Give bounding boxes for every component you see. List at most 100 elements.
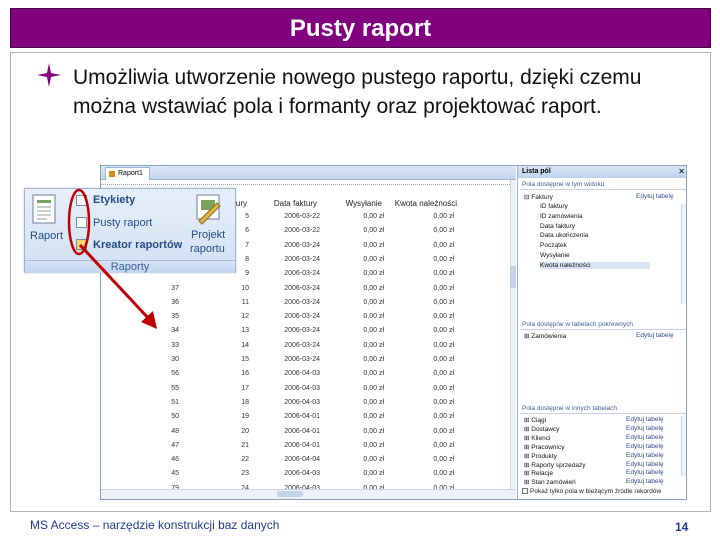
other-table-item[interactable]: ⊞ Ciągi bbox=[524, 416, 546, 424]
report-cell: 2006-04-01 bbox=[284, 441, 320, 449]
report-cell: 36 bbox=[171, 298, 179, 306]
report-cell: 0,00 zł bbox=[363, 456, 384, 464]
edit-table-link[interactable]: Edytuj tabelę bbox=[636, 332, 674, 339]
report-cell: 2006-03-24 bbox=[284, 356, 320, 363]
tree-table-faktury[interactable]: ⊟ Faktury bbox=[524, 193, 553, 201]
report-cell: 11 bbox=[241, 298, 249, 306]
report-cell: 30 bbox=[171, 356, 179, 363]
edit-table-link[interactable]: Edytuj tabelę bbox=[626, 478, 664, 485]
report-icon[interactable] bbox=[31, 193, 61, 229]
report-wizard-button[interactable]: Kreator raportów bbox=[93, 239, 182, 251]
related-table-item[interactable]: ⊞ Zamówienia bbox=[524, 332, 566, 340]
edit-table-link[interactable]: Edytuj tabelę bbox=[626, 425, 664, 432]
column-header-data_faktury: Data faktury bbox=[273, 199, 317, 208]
report-cell: 2006-03-22 bbox=[284, 213, 320, 220]
edit-table-link[interactable]: Edytuj tabelę bbox=[626, 434, 664, 441]
field-item[interactable]: Kwota należności bbox=[540, 261, 650, 269]
edit-table-link[interactable]: Edytuj tabelę bbox=[626, 461, 664, 468]
checkbox-icon[interactable] bbox=[522, 488, 528, 495]
edit-table-link[interactable]: Edytuj tabelę bbox=[626, 452, 664, 459]
blank-report-icon[interactable] bbox=[76, 217, 87, 228]
field-item[interactable]: Data faktury bbox=[540, 223, 575, 230]
report-cell: 0,00 zł bbox=[433, 441, 454, 449]
report-cell: 47 bbox=[171, 441, 179, 449]
report-cell: 2006-04-04 bbox=[284, 456, 320, 464]
show-current-only-label: Pokaż tylko pola w bieżącym źródle rekor… bbox=[530, 488, 662, 495]
report-horizontal-scrollbar[interactable] bbox=[101, 489, 516, 499]
edit-table-link[interactable]: Edytuj tabelę bbox=[626, 416, 664, 423]
report-cell: 51 bbox=[171, 398, 179, 406]
report-cell: 45 bbox=[171, 470, 179, 478]
field-item[interactable]: Początek bbox=[540, 242, 567, 249]
report-vertical-scroll-thumb[interactable] bbox=[510, 266, 516, 288]
edit-table-link[interactable]: Edytuj tabelę bbox=[626, 469, 664, 476]
labels-button[interactable]: Etykiety bbox=[93, 194, 135, 206]
report-cell: 0,00 zł bbox=[363, 270, 384, 278]
report-cell: 22 bbox=[241, 456, 249, 464]
other-table-item[interactable]: ⊞ Relacje bbox=[524, 469, 553, 477]
field-item[interactable]: Data ukończenia bbox=[540, 232, 588, 239]
column-header-c2: ury bbox=[235, 199, 247, 208]
field-item[interactable]: Wysyłanie bbox=[540, 252, 570, 259]
report-button-label[interactable]: Raport bbox=[30, 230, 63, 242]
report-cell: 0,00 zł bbox=[363, 327, 384, 335]
page-number: 14 bbox=[675, 520, 689, 534]
field-list-pane: Lista pól ✕ Pola dostępne w tym widoku ⊟… bbox=[517, 166, 686, 499]
report-cell: 7 bbox=[245, 241, 249, 249]
other-table-item[interactable]: ⊞ Produkty bbox=[524, 452, 557, 460]
other-table-item[interactable]: ⊞ Raporty sprzedaży bbox=[524, 461, 585, 469]
show-current-only-option[interactable]: Pokaż tylko pola w bieżącym źródle rekor… bbox=[522, 488, 661, 495]
ribbon-group-label: Raporty bbox=[25, 260, 235, 273]
report-cell: 2006-03-24 bbox=[284, 313, 320, 321]
field-list-scrollbar-1[interactable] bbox=[681, 204, 686, 304]
slide-title-bar: Pusty raport bbox=[10, 8, 711, 48]
report-cell: 0,00 zł bbox=[433, 398, 454, 406]
report-cell: 23 bbox=[241, 470, 249, 478]
report-vertical-scrollbar[interactable] bbox=[510, 180, 516, 490]
report-cell: 21 bbox=[241, 441, 249, 449]
report-tab[interactable]: Raport1 bbox=[105, 167, 150, 180]
report-cell: 0,00 zł bbox=[363, 241, 384, 249]
report-cell: 2006-03-24 bbox=[284, 270, 320, 278]
field-item[interactable]: ID zamówienia bbox=[540, 213, 583, 220]
report-cell: 0,00 zł bbox=[363, 384, 384, 392]
edit-table-link-faktury[interactable]: Edytuj tabelę bbox=[636, 193, 674, 200]
section-current-view: Pola dostępne w tym widoku bbox=[520, 180, 686, 190]
other-table-item[interactable]: ⊞ Klienci bbox=[524, 434, 550, 442]
report-cell: 17 bbox=[241, 384, 249, 392]
report-cell: 19 bbox=[241, 413, 249, 421]
other-table-item[interactable]: ⊞ Dostawcy bbox=[524, 425, 559, 433]
report-cell: 0,00 zł bbox=[363, 398, 384, 406]
report-cell: 0,00 zł bbox=[363, 255, 384, 263]
report-horizontal-scroll-thumb[interactable] bbox=[277, 491, 303, 497]
report-cell: 2006-04-03 bbox=[284, 470, 320, 478]
report-wizard-icon[interactable] bbox=[76, 239, 87, 250]
field-list-scrollbar-2[interactable] bbox=[681, 416, 686, 476]
report-cell: 0,00 zł bbox=[363, 470, 384, 478]
report-design-icon[interactable] bbox=[193, 191, 223, 227]
report-cell: 2006-03-22 bbox=[284, 227, 320, 235]
report-design-label-1[interactable]: Projekt bbox=[191, 229, 225, 241]
close-icon[interactable]: ✕ bbox=[678, 166, 685, 178]
report-cell: 0,00 zł bbox=[433, 456, 454, 464]
report-cell: 0,00 zł bbox=[433, 384, 454, 392]
report-cell: 13 bbox=[241, 327, 249, 335]
report-cell: 0,00 zł bbox=[433, 356, 454, 363]
report-cell: 50 bbox=[171, 413, 179, 421]
report-cell: 0,00 zł bbox=[363, 213, 384, 220]
labels-icon[interactable] bbox=[76, 195, 87, 206]
field-item[interactable]: ID faktury bbox=[540, 203, 568, 210]
document-tab-bar: Raport1 bbox=[101, 166, 516, 180]
report-cell: 55 bbox=[171, 384, 179, 392]
report-cell: 2006-03-24 bbox=[284, 341, 320, 349]
report-cell: 37 bbox=[171, 284, 179, 292]
report-cell: 0,00 zł bbox=[363, 441, 384, 449]
blank-report-button[interactable]: Pusty raport bbox=[93, 217, 152, 229]
edit-table-link[interactable]: Edytuj tabelę bbox=[626, 443, 664, 450]
other-table-item[interactable]: ⊞ Pracownicy bbox=[524, 443, 565, 451]
other-table-item[interactable]: ⊞ Stan zamówień bbox=[524, 478, 576, 486]
report-cell: 2006-03-24 bbox=[284, 298, 320, 306]
report-cell: 0,00 zł bbox=[433, 327, 454, 335]
report-cell: 0,00 zł bbox=[363, 227, 384, 235]
report-design-label-2[interactable]: raportu bbox=[190, 243, 225, 255]
